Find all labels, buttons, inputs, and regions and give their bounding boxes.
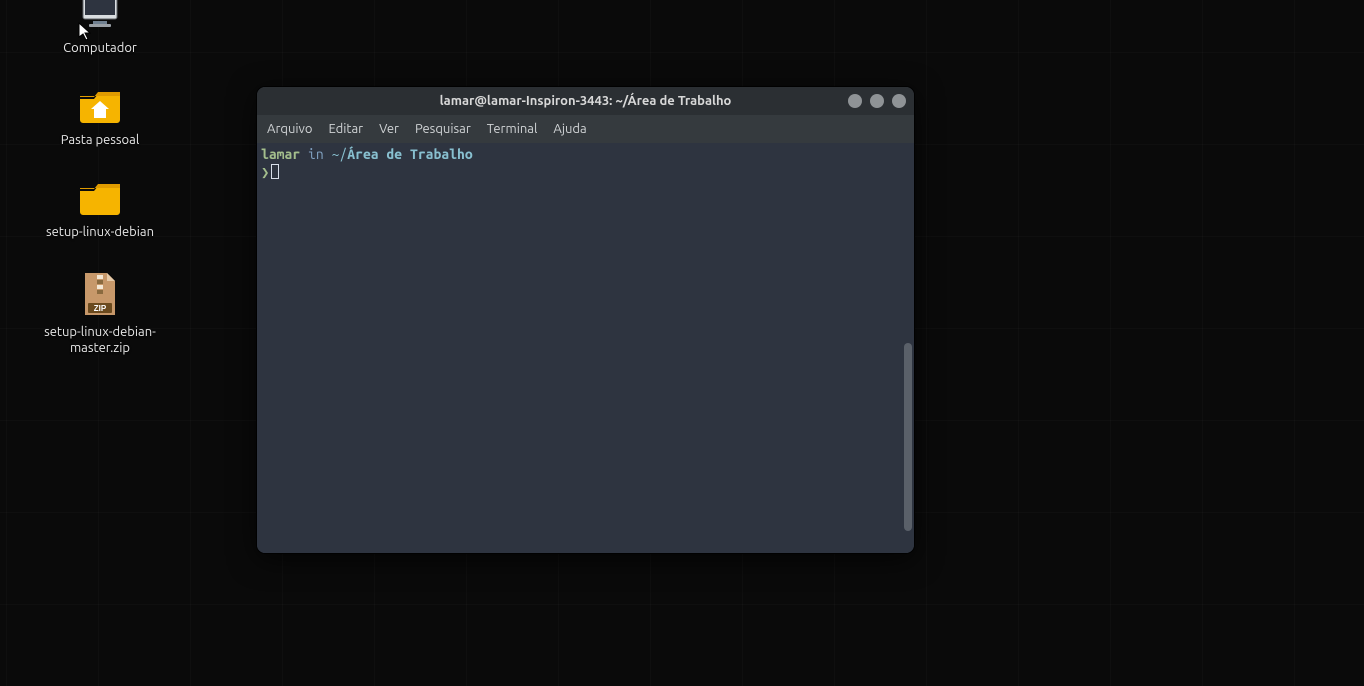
desktop-icons-area: Computador Pasta pessoal setup-linux-deb…	[40, 0, 160, 356]
terminal-cursor	[271, 164, 279, 179]
window-minimize-button[interactable]	[848, 94, 862, 108]
computer-icon	[77, 0, 123, 34]
terminal-prompt-line-1: lamar in ~/Área de Trabalho	[261, 145, 910, 163]
window-titlebar[interactable]: lamar@lamar-Inspiron-3443: ~/Área de Tra…	[257, 87, 914, 115]
terminal-menubar: Arquivo Editar Ver Pesquisar Terminal Aj…	[257, 115, 914, 143]
desktop-icon-folder-setup-linux-debian[interactable]: setup-linux-debian	[40, 178, 160, 240]
menu-ajuda[interactable]: Ajuda	[553, 122, 586, 136]
window-title: lamar@lamar-Inspiron-3443: ~/Área de Tra…	[440, 94, 732, 108]
terminal-window[interactable]: lamar@lamar-Inspiron-3443: ~/Área de Tra…	[257, 87, 914, 553]
terminal-scrollbar-thumb[interactable]	[904, 343, 912, 531]
terminal-prompt-line-2: ❯	[261, 163, 910, 181]
window-controls	[848, 94, 906, 108]
menu-ver[interactable]: Ver	[379, 122, 399, 136]
prompt-user: lamar	[261, 146, 300, 162]
menu-pesquisar[interactable]: Pesquisar	[415, 122, 471, 136]
svg-text:ZIP: ZIP	[94, 304, 107, 313]
desktop-icon-label: setup-linux-debian	[46, 224, 154, 240]
zip-file-icon: ZIP	[77, 270, 123, 318]
window-maximize-button[interactable]	[870, 94, 884, 108]
menu-terminal[interactable]: Terminal	[487, 122, 538, 136]
prompt-in-word: in	[308, 146, 324, 162]
menu-editar[interactable]: Editar	[328, 122, 363, 136]
prompt-path: Área de Trabalho	[347, 146, 472, 162]
window-close-button[interactable]	[892, 94, 906, 108]
desktop-icon-computer[interactable]: Computador	[40, 0, 160, 56]
terminal-body[interactable]: lamar in ~/Área de Trabalho ❯	[257, 143, 914, 553]
prompt-symbol: ❯	[261, 164, 269, 180]
home-folder-icon	[77, 86, 123, 126]
desktop-icon-label: Computador	[63, 40, 137, 56]
desktop-icon-label: setup-linux-debian-master.zip	[40, 324, 160, 356]
desktop-icon-zip-file[interactable]: ZIP setup-linux-debian-master.zip	[40, 270, 160, 356]
prompt-path-prefix: ~/	[332, 146, 348, 162]
menu-arquivo[interactable]: Arquivo	[267, 122, 312, 136]
desktop-icon-home-folder[interactable]: Pasta pessoal	[40, 86, 160, 148]
terminal-scrollbar[interactable]	[902, 143, 912, 553]
folder-icon	[77, 178, 123, 218]
desktop-icon-label: Pasta pessoal	[61, 132, 139, 148]
